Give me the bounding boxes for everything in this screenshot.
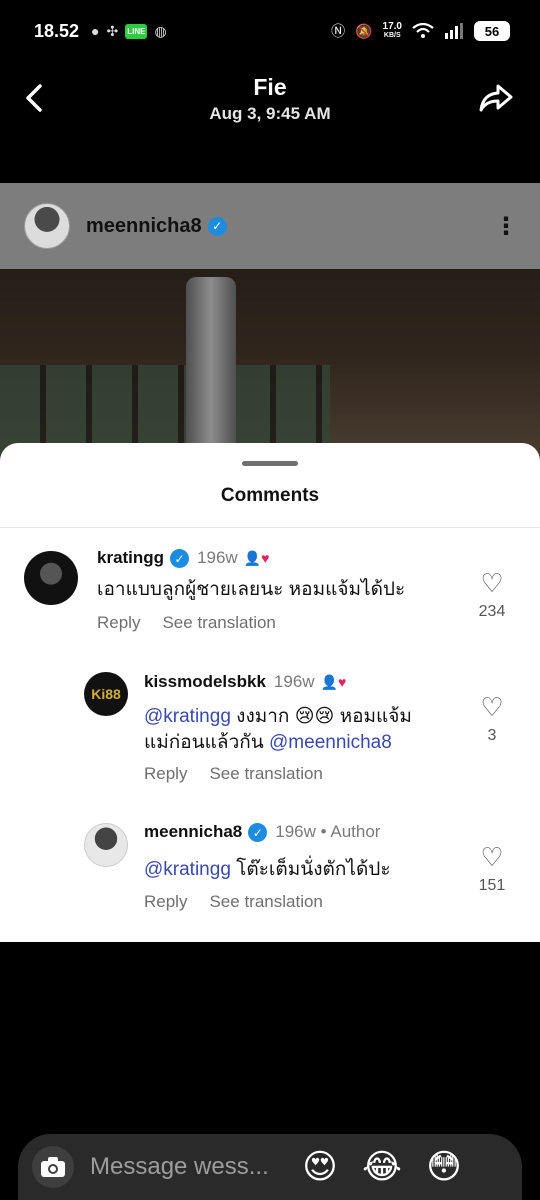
author-liked-icon: 👤♥ [320,674,347,691]
divider [0,527,540,528]
comment-actions: Reply See translation [144,764,323,784]
username-text: meennicha8 [144,822,243,841]
comment-actions: Reply See translation [144,892,323,912]
laughing-emoji-button[interactable]: 😂 [362,1147,402,1187]
commenter-avatar[interactable] [84,823,128,867]
status-bar: 18.52 ● ✣ LINE ◍ Ⓝ 🔕 17.0 KB/S 56 [0,0,540,62]
like-button[interactable]: ♡ 3 [474,693,510,745]
share-arrow-icon [479,84,513,112]
mention-link[interactable]: @kratingg [144,706,231,727]
see-translation-button[interactable]: See translation [209,892,322,911]
commenter-avatar[interactable] [24,551,78,605]
comment-text-part: แม่ก่อนแล้วกัน [144,732,270,753]
heart-icon: ♡ [480,568,504,598]
post-avatar[interactable] [24,203,70,249]
mute-icon: 🔕 [355,22,373,39]
like-count: 234 [478,603,506,620]
wifi-icon [412,23,434,38]
commenter-username[interactable]: kissmodelsbkk 196w 👤♥ [144,672,346,692]
camera-button[interactable] [32,1146,74,1188]
heart-icon: ♡ [480,842,504,872]
camera-icon [41,1157,65,1177]
chat-header: Fie Aug 3, 9:45 AM [0,62,540,152]
line-app-icon: LINE [125,23,148,39]
net-speed: 17.0 KB/S [383,22,402,40]
commenter-username[interactable]: kratingg ✓ 196w 👤♥ [97,548,270,569]
commenter-avatar[interactable]: Ki88 [84,672,128,716]
reply-button[interactable]: Reply [144,892,187,911]
commenter-username[interactable]: meennicha8 ✓ 196w • Author [144,822,381,843]
comment-text-part: โต๊ะเต็มนั่งตักได้ปะ [230,859,391,880]
avatar-logo-text: Ki88 [91,686,121,702]
post-header: meennicha8 ✓ ⋮ [0,183,540,269]
like-button[interactable]: ♡ 234 [474,569,510,621]
shared-post[interactable]: meennicha8 ✓ ⋮ [0,183,540,483]
author-separator: • [315,822,331,841]
author-badge: Author [330,822,381,841]
see-translation-button[interactable]: See translation [209,764,322,783]
username-text: kissmodelsbkk [144,672,266,691]
mention-link[interactable]: @kratingg [144,859,231,880]
comment-text-part: งงมาก 😢😢 หอมแจ้ม [230,706,412,727]
verified-badge-icon: ✓ [207,216,227,236]
net-speed-unit: KB/S [383,32,401,39]
like-count: 3 [487,727,497,744]
heart-eyes-emoji-button[interactable]: 😍 [300,1147,340,1187]
chat-title: Fie [253,74,287,100]
username-text: kratingg [97,548,165,567]
comment-text: @kratingg โต๊ะเต็มนั่งตักได้ปะ [144,857,391,883]
comment-time: 196w [275,822,316,841]
verified-badge-icon: ✓ [170,549,190,569]
more-options-icon[interactable]: ⋮ [494,212,518,241]
comment-text: @kratingg งงมาก 😢😢 หอมแจ้มแม่ก่อนแล้วกัน… [144,704,464,756]
reply-button[interactable]: Reply [97,613,140,632]
comments-sheet: Comments kratingg ✓ 196w 👤♥ เอาแบบลูกผู้ชาย… [0,443,540,942]
share-button[interactable] [476,78,516,118]
pinwheel-icon: ✣ [106,22,119,39]
status-time: 18.52 [34,20,80,41]
see-translation-button[interactable]: See translation [162,613,275,632]
chat-timestamp: Aug 3, 9:45 AM [209,104,331,123]
notification-icons: ● ✣ LINE ◍ [91,23,167,40]
like-count: 151 [478,877,506,894]
nfc-icon: Ⓝ [331,23,346,39]
drag-handle[interactable] [242,461,298,466]
battery-indicator: 56 [474,21,510,41]
comments-title: Comments [220,485,320,506]
signal-icon [445,23,463,39]
chat-bubble-icon: ● [91,23,100,39]
comment-actions: Reply See translation [97,613,276,633]
comment-text: เอาแบบลูกผู้ชายเลยนะ หอมแจ้มได้ปะ [97,579,406,600]
like-button[interactable]: ♡ 151 [474,843,510,895]
post-username[interactable]: meennicha8 ✓ [86,215,227,238]
author-liked-icon: 👤♥ [243,550,270,567]
message-composer: Message wess... 😍 😂 😳 [18,1134,522,1200]
basketball-icon: ◍ [154,22,167,39]
comment-time: 196w [273,672,315,691]
comment-time: 196w [197,548,238,567]
message-input[interactable]: Message wess... [90,1153,278,1181]
reply-button[interactable]: Reply [144,764,187,783]
heart-icon: ♡ [480,692,504,722]
verified-badge-icon: ✓ [248,823,268,843]
post-username-text: meennicha8 [86,214,202,237]
mention-link[interactable]: @meennicha8 [269,732,392,753]
flushed-emoji-button[interactable]: 😳 [424,1147,464,1187]
